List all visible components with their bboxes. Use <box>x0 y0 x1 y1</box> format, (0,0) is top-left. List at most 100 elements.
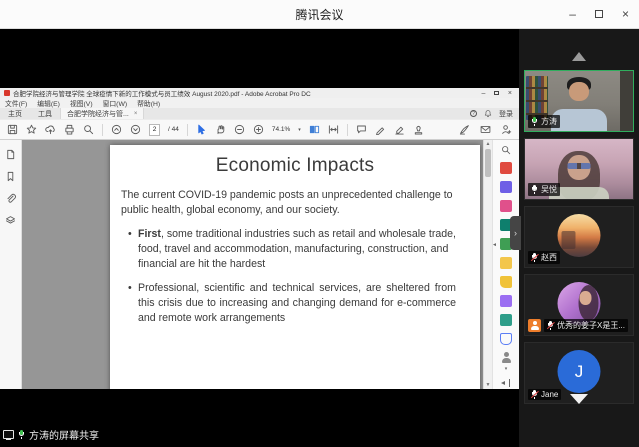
participant-tile-fangtao[interactable]: 方涛 <box>524 70 634 132</box>
tab-tools[interactable]: 工具 <box>30 108 60 119</box>
expand-pane-icon[interactable] <box>501 379 511 386</box>
bullet-1-text: , some traditional industries such as re… <box>138 228 456 270</box>
fill-sign-tool-icon[interactable] <box>500 295 512 307</box>
document-scrollbar[interactable]: ▲ ▼ <box>483 140 492 389</box>
zoom-caret-icon[interactable]: ▾ <box>298 127 301 133</box>
fill-sign-icon[interactable] <box>459 124 470 135</box>
tab-document[interactable]: 合肥学院经济与管... × <box>60 108 144 119</box>
meeting-content: 合肥学院经济与管理学院 全球疫情下新的工作模式与员工绩效 August 2020… <box>0 29 639 447</box>
menu-edit[interactable]: 编辑(E) <box>37 98 60 108</box>
maximize-icon[interactable] <box>595 10 603 18</box>
scroll-participants-down-icon[interactable] <box>570 394 588 404</box>
scrollbar-thumb[interactable] <box>485 149 491 177</box>
select-tool-icon[interactable] <box>196 124 207 135</box>
acrobat-menubar: 文件(F) 编辑(E) 视图(V) 窗口(W) 帮助(H) <box>0 98 519 108</box>
participant-label: 赵西 <box>528 251 560 264</box>
acrobat-minimize-icon[interactable]: – <box>482 90 486 97</box>
bookmarks-icon[interactable] <box>5 171 16 182</box>
menu-window[interactable]: 窗口(W) <box>103 98 128 108</box>
highlighter-icon[interactable] <box>394 124 405 135</box>
member-badge-icon <box>528 319 541 332</box>
menu-file[interactable]: 文件(F) <box>5 98 27 108</box>
page-display-icon[interactable] <box>309 124 320 135</box>
participant-tile-jiangzi[interactable]: 优秀的姜子X是王... <box>524 274 634 336</box>
tab-document-label: 合肥学院经济与管... <box>67 109 129 119</box>
slide-intro: The current COVID-19 pandemic posts an u… <box>121 188 453 218</box>
export-pdf-tool-icon[interactable] <box>500 162 512 174</box>
participant-label: 方涛 <box>528 115 560 128</box>
toolbar-separator <box>347 124 348 136</box>
nav-pane-strip <box>0 140 22 389</box>
mic-muted-icon <box>531 390 538 399</box>
organize-pages-tool-icon[interactable] <box>500 200 512 212</box>
tab-home[interactable]: 主页 <box>0 108 30 119</box>
fit-width-icon[interactable] <box>328 124 339 135</box>
participant-label: Jane <box>528 389 561 400</box>
meeting-title: 腾讯会议 <box>295 6 343 23</box>
tab-close-icon[interactable]: × <box>134 111 138 117</box>
signin-link[interactable]: 登录 <box>499 109 513 119</box>
mic-on-icon <box>531 117 538 126</box>
help-icon[interactable]: ? <box>470 110 477 117</box>
participant-label: 吴悦 <box>528 183 560 196</box>
page-number-input[interactable]: 2 <box>149 124 160 136</box>
hand-tool-icon[interactable] <box>215 124 226 135</box>
search-icon[interactable] <box>83 124 94 135</box>
participant-name: 优秀的姜子X是王... <box>557 320 625 331</box>
pane-collapse-icon[interactable]: ◄ <box>492 242 497 248</box>
acrobat-titlebar: 合肥学院经济与管理学院 全球疫情下新的工作模式与员工绩效 August 2020… <box>0 88 519 98</box>
pdf-page: Economic Impacts The current COVID-19 pa… <box>110 145 480 389</box>
more-tools-caret-icon[interactable]: ▾ <box>505 366 508 372</box>
print-icon[interactable] <box>64 124 75 135</box>
slide-bullet-1: First, some traditional industries such … <box>128 227 456 272</box>
stamp-icon[interactable] <box>413 124 424 135</box>
save-icon[interactable] <box>7 124 18 135</box>
layers-icon[interactable] <box>5 215 16 226</box>
slide-title: Economic Impacts <box>110 155 480 177</box>
pencil-icon[interactable] <box>375 124 386 135</box>
acrobat-window: 合肥学院经济与管理学院 全球疫情下新的工作模式与员工绩效 August 2020… <box>0 88 519 389</box>
participant-name: 吴悦 <box>541 184 557 195</box>
close-icon[interactable]: × <box>622 8 629 20</box>
screen-share-icon <box>3 430 14 439</box>
bell-icon[interactable] <box>484 109 492 118</box>
acrobat-close-icon[interactable]: × <box>508 90 512 97</box>
page-total-label: / 44 <box>168 126 179 133</box>
share-cloud-icon[interactable] <box>45 124 56 135</box>
attachments-icon[interactable] <box>5 193 16 204</box>
next-page-icon[interactable] <box>130 124 141 135</box>
slide-bullet-list: First, some traditional industries such … <box>128 227 466 326</box>
zoom-out-icon[interactable] <box>234 124 245 135</box>
email-icon[interactable] <box>480 124 491 135</box>
share-banner: 方涛的屏幕共享 <box>3 427 99 442</box>
toolbar-separator <box>187 124 188 136</box>
scroll-down-icon[interactable]: ▼ <box>484 382 492 388</box>
send-signature-icon[interactable] <box>501 124 512 135</box>
participant-label: 优秀的姜子X是王... <box>544 319 628 332</box>
zoom-in-icon[interactable] <box>253 124 264 135</box>
menu-help[interactable]: 帮助(H) <box>137 98 160 108</box>
request-signatures-tool-icon[interactable] <box>500 257 512 269</box>
protect-tool-icon[interactable] <box>500 333 512 345</box>
zoom-level[interactable]: 74.1% <box>272 126 290 133</box>
scan-ocr-tool-icon[interactable] <box>500 314 512 326</box>
edit-pdf-tool-icon[interactable] <box>500 181 512 193</box>
acrobat-maximize-icon[interactable] <box>494 91 499 96</box>
participant-tile-wuyue[interactable]: 吴悦 <box>524 138 634 200</box>
panel-collapse-tab[interactable]: › <box>510 216 521 250</box>
participant-tile-zhaoxi[interactable]: 赵西 <box>524 206 634 268</box>
comment-tool-icon[interactable] <box>500 276 512 288</box>
slide-bullet-2: Professional, scientific and technical s… <box>128 281 456 326</box>
share-banner-text: 方涛的屏幕共享 <box>29 427 99 442</box>
scroll-up-icon[interactable]: ▲ <box>484 141 492 147</box>
search-tools-icon[interactable] <box>501 145 511 155</box>
star-icon[interactable] <box>26 124 37 135</box>
previous-page-icon[interactable] <box>111 124 122 135</box>
menu-view[interactable]: 视图(V) <box>70 98 93 108</box>
acrobat-app-icon <box>4 90 10 96</box>
page-thumbnails-icon[interactable] <box>5 149 16 160</box>
minimize-icon[interactable]: – <box>569 8 576 20</box>
certificates-tool-icon[interactable] <box>500 352 512 364</box>
scroll-participants-up-icon[interactable] <box>572 52 586 61</box>
comment-icon[interactable] <box>356 124 367 135</box>
